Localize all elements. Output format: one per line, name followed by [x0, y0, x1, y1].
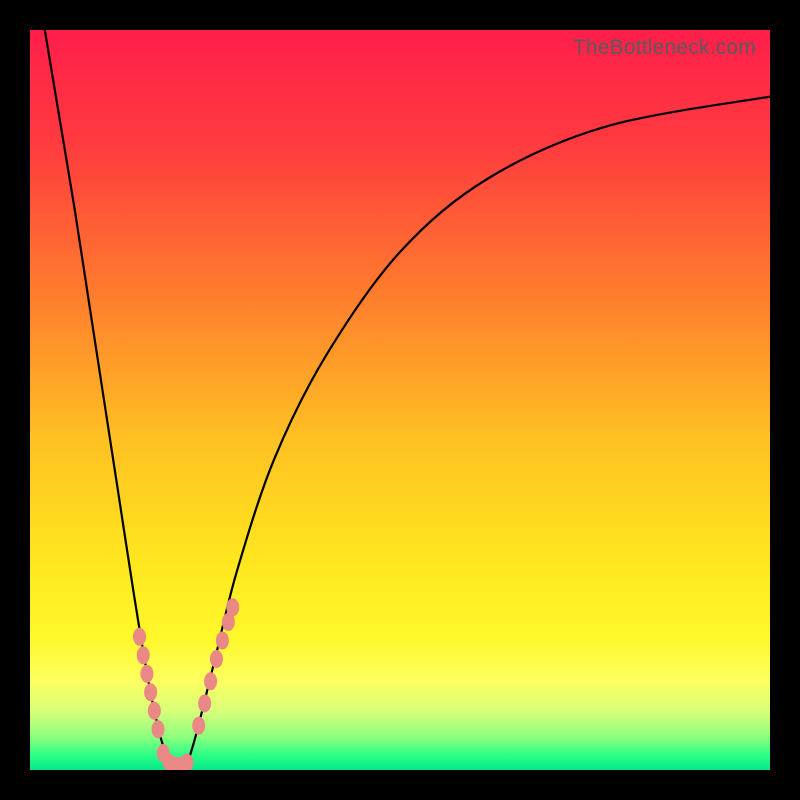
curve-right-branch	[185, 97, 770, 770]
marker-dot	[180, 754, 193, 770]
marker-dot	[216, 632, 229, 650]
marker-dot	[148, 702, 161, 720]
highlight-markers	[133, 598, 239, 770]
marker-dot	[198, 694, 211, 712]
watermark-text: TheBottleneck.com	[573, 36, 756, 60]
plot-area: TheBottleneck.com	[30, 30, 770, 770]
marker-dot	[226, 598, 239, 616]
curve-left-branch	[45, 30, 171, 770]
bottleneck-curve	[30, 30, 770, 770]
marker-dot	[192, 717, 205, 735]
chart-frame: TheBottleneck.com	[0, 0, 800, 800]
marker-dot	[133, 628, 146, 646]
marker-dot	[210, 650, 223, 668]
marker-dot	[144, 683, 157, 701]
marker-dot	[137, 646, 150, 664]
marker-dot	[140, 665, 153, 683]
marker-dot	[204, 672, 217, 690]
marker-dot	[152, 720, 165, 738]
